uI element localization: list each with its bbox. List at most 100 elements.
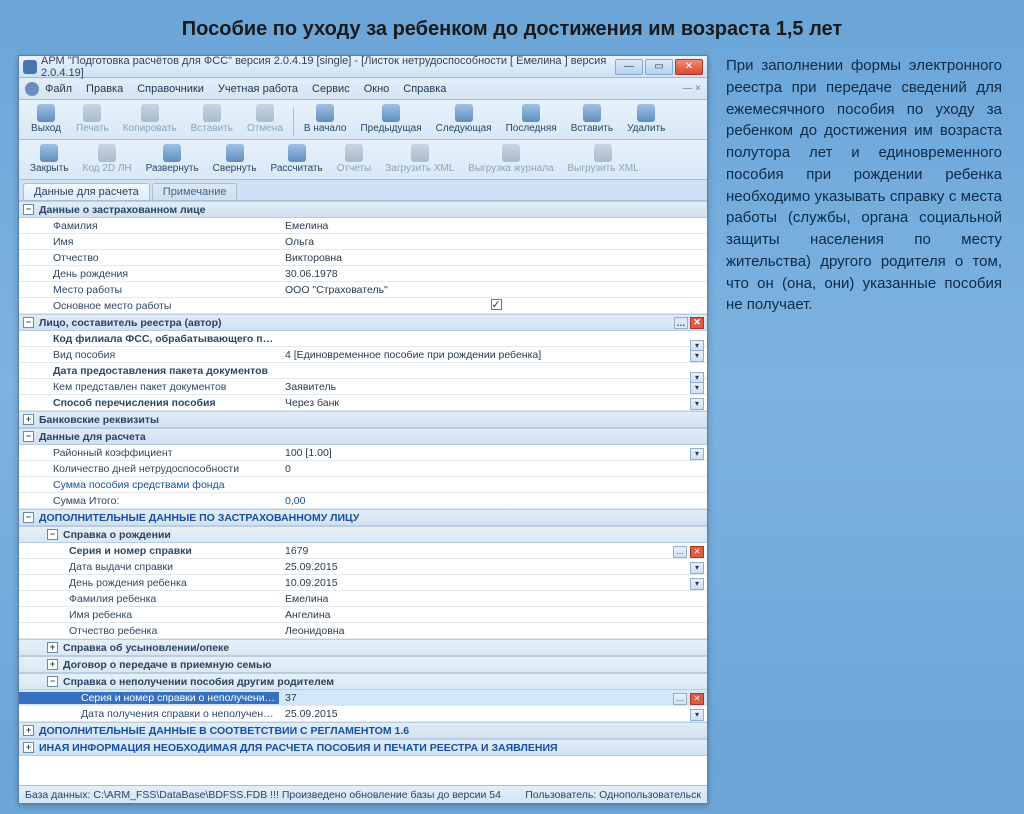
row[interactable]: Серия и номер справки1679…✕ xyxy=(19,543,707,559)
collapse-icon[interactable]: − xyxy=(47,676,58,687)
section-foster[interactable]: +Договор о передаче в приемную семью xyxy=(19,656,707,673)
row[interactable]: Сумма пособия средствами фонда xyxy=(19,477,707,493)
menu-edit[interactable]: Правка xyxy=(86,83,123,95)
expand-icon[interactable]: + xyxy=(47,642,58,653)
clear-icon[interactable]: ✕ xyxy=(690,317,704,329)
row[interactable]: Фамилия ребенкаЕмелина xyxy=(19,591,707,607)
instruction-text: При заполнении формы электронного реестр… xyxy=(726,55,1006,804)
collapse-icon[interactable]: − xyxy=(23,512,34,523)
chevron-down-icon[interactable]: ▾ xyxy=(690,562,704,574)
window-titlebar: АРМ "Подготовка расчётов для ФСС" версия… xyxy=(19,56,707,78)
row[interactable]: Дата выдачи справки25.09.2015▾ xyxy=(19,559,707,575)
app-icon xyxy=(23,60,37,74)
menu-file[interactable]: Файл xyxy=(45,83,72,95)
menu-window[interactable]: Окно xyxy=(364,83,390,95)
status-user: Пользователь: Однопользовательск xyxy=(525,789,701,801)
collapse-icon[interactable]: − xyxy=(47,529,58,540)
tb-Развернуть[interactable]: Развернуть xyxy=(139,142,206,176)
chevron-down-icon[interactable]: ▾ xyxy=(690,350,704,362)
doc-icon xyxy=(25,82,39,96)
section-adopt[interactable]: +Справка об усыновлении/опеке xyxy=(19,639,707,656)
collapse-icon[interactable]: − xyxy=(23,204,34,215)
row-Отчество[interactable]: ОтчествоВикторовна xyxy=(19,250,707,266)
tb-Загрузить XML: Загрузить XML xyxy=(378,142,461,176)
row-День рождения[interactable]: День рождения30.06.1978 xyxy=(19,266,707,282)
section-extra[interactable]: −ДОПОЛНИТЕЛЬНЫЕ ДАННЫЕ ПО ЗАСТРАХОВАННОМ… xyxy=(19,509,707,526)
row[interactable]: День рождения ребенка10.09.2015▾ xyxy=(19,575,707,591)
tb-Выгрузить XML: Выгрузить XML xyxy=(561,142,646,176)
clear-icon[interactable]: ✕ xyxy=(690,546,704,558)
chevron-down-icon[interactable]: ▾ xyxy=(690,448,704,460)
menu-ref[interactable]: Справочники xyxy=(137,83,204,95)
clear-icon[interactable]: ✕ xyxy=(690,693,704,705)
tb-Копировать: Копировать xyxy=(116,102,184,136)
section-bank[interactable]: +Банковские реквизиты xyxy=(19,411,707,428)
tb-Вставить[interactable]: Вставить xyxy=(564,102,620,136)
tb-Свернуть[interactable]: Свернуть xyxy=(206,142,264,176)
tab-note[interactable]: Примечание xyxy=(152,183,238,200)
expand-icon[interactable]: + xyxy=(23,414,34,425)
menu-service[interactable]: Сервис xyxy=(312,83,350,95)
row[interactable]: Дата получения справки о неполучении пос… xyxy=(19,706,707,722)
statusbar: База данных: C:\ARM_FSS\DataBase\BDFSS.F… xyxy=(19,785,707,803)
tb-Предыдущая[interactable]: Предыдущая xyxy=(353,102,428,136)
expand-icon[interactable]: + xyxy=(23,742,34,753)
tb-Код 2D ЛН: Код 2D ЛН xyxy=(76,142,139,176)
app-window: АРМ "Подготовка расчётов для ФСС" версия… xyxy=(18,55,708,804)
collapse-icon[interactable]: − xyxy=(23,431,34,442)
row[interactable]: Дата предоставления пакета документов▾ xyxy=(19,363,707,379)
status-db: База данных: C:\ARM_FSS\DataBase\BDFSS.F… xyxy=(25,789,501,801)
maximize-button[interactable]: ▭ xyxy=(645,59,673,75)
menu-acct[interactable]: Учетная работа xyxy=(218,83,298,95)
row[interactable]: Код филиала ФСС, обрабатывающего пособие… xyxy=(19,331,707,347)
row-Фамилия[interactable]: ФамилияЕмелина xyxy=(19,218,707,234)
section-calc[interactable]: −Данные для расчета xyxy=(19,428,707,445)
tb-Выход[interactable]: Выход xyxy=(23,102,69,136)
chevron-down-icon[interactable]: ▾ xyxy=(690,709,704,721)
section-other-parent[interactable]: −Справка о неполучении пособия другим ро… xyxy=(19,673,707,690)
more-icon[interactable]: … xyxy=(674,317,688,329)
section-birth[interactable]: −Справка о рождении xyxy=(19,526,707,543)
chevron-down-icon[interactable]: ▾ xyxy=(690,382,704,394)
row[interactable]: Вид пособия4 [Единовременное пособие при… xyxy=(19,347,707,363)
more-icon[interactable]: … xyxy=(673,546,687,558)
row[interactable]: Серия и номер справки о неполучении посо… xyxy=(19,690,707,706)
menubar: Файл Правка Справочники Учетная работа С… xyxy=(19,78,707,100)
tab-data[interactable]: Данные для расчета xyxy=(23,183,150,200)
tb-Закрыть[interactable]: Закрыть xyxy=(23,142,76,176)
row[interactable]: Кем представлен пакет документовЗаявител… xyxy=(19,379,707,395)
checkbox-icon[interactable] xyxy=(491,299,502,310)
row-Основное место работы[interactable]: Основное место работы xyxy=(19,298,707,314)
section-reg16[interactable]: +ДОПОЛНИТЕЛЬНЫЕ ДАННЫЕ В СООТВЕТСТВИИ С … xyxy=(19,722,707,739)
chevron-down-icon[interactable]: ▾ xyxy=(690,398,704,410)
row-Место работы[interactable]: Место работыООО "Страхователь" xyxy=(19,282,707,298)
toolbar-form: ЗакрытьКод 2D ЛНРазвернутьСвернутьРассчи… xyxy=(19,140,707,180)
tb-Отчеты: Отчеты xyxy=(330,142,379,176)
chevron-down-icon[interactable]: ▾ xyxy=(690,578,704,590)
row[interactable]: Отчество ребенкаЛеонидовна xyxy=(19,623,707,639)
row[interactable]: Районный коэффициент100 [1.00]▾ xyxy=(19,445,707,461)
row[interactable]: Имя ребенкаАнгелина xyxy=(19,607,707,623)
section-author[interactable]: −Лицо, составитель реестра (автор)…✕ xyxy=(19,314,707,331)
menu-help[interactable]: Справка xyxy=(403,83,446,95)
tb-Выгрузка журнала: Выгрузка журнала xyxy=(461,142,560,176)
row[interactable]: Количество дней нетрудоспособности0 xyxy=(19,461,707,477)
tb-Удалить[interactable]: Удалить xyxy=(620,102,672,136)
tb-Рассчитать[interactable]: Рассчитать xyxy=(264,142,330,176)
minimize-button[interactable]: — xyxy=(615,59,643,75)
toolbar-main: ВыходПечатьКопироватьВставитьОтменаВ нач… xyxy=(19,100,707,140)
tb-В начало[interactable]: В начало xyxy=(297,102,354,136)
section-other-info[interactable]: +ИНАЯ ИНФОРМАЦИЯ НЕОБХОДИМАЯ ДЛЯ РАСЧЕТА… xyxy=(19,739,707,756)
expand-icon[interactable]: + xyxy=(47,659,58,670)
more-icon[interactable]: … xyxy=(673,693,687,705)
property-grid: −Данные о застрахованном лице ФамилияЕме… xyxy=(19,200,707,785)
row[interactable]: Способ перечисления пособияЧерез банк▾ xyxy=(19,395,707,411)
tb-Последняя[interactable]: Последняя xyxy=(499,102,564,136)
row[interactable]: Сумма Итого:0,00 xyxy=(19,493,707,509)
expand-icon[interactable]: + xyxy=(23,725,34,736)
close-button[interactable]: ✕ xyxy=(675,59,703,75)
tb-Следующая[interactable]: Следующая xyxy=(429,102,499,136)
row-Имя[interactable]: ИмяОльга xyxy=(19,234,707,250)
collapse-icon[interactable]: − xyxy=(23,317,34,328)
section-insured[interactable]: −Данные о застрахованном лице xyxy=(19,201,707,218)
